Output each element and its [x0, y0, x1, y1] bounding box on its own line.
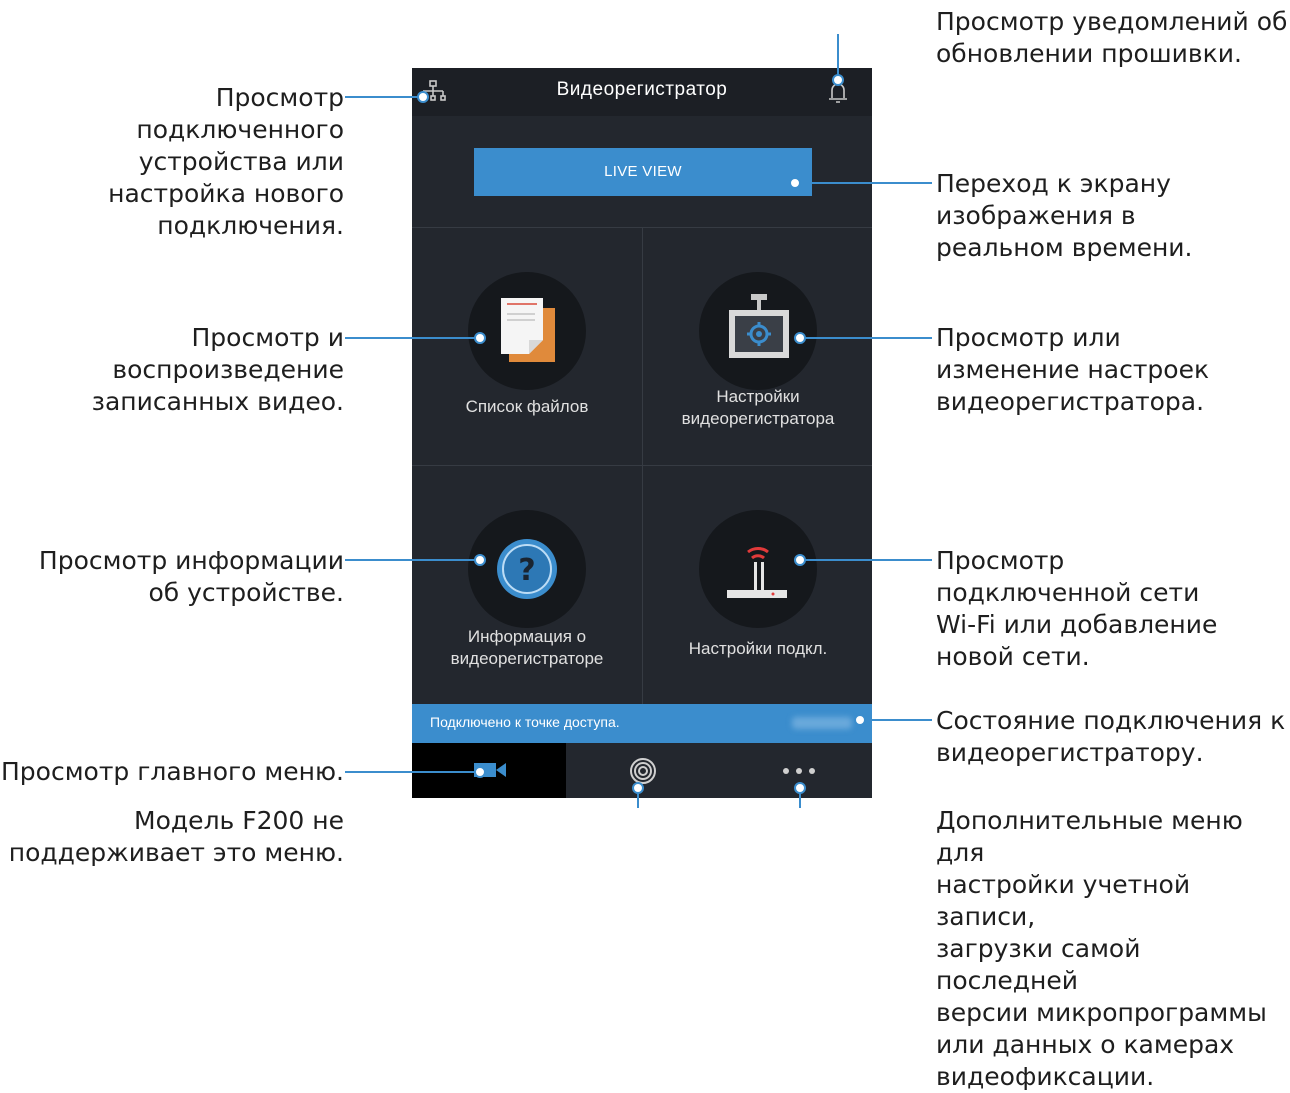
page-title: Видеорегистратор: [556, 79, 728, 100]
fingerprint-signal-icon: [630, 758, 656, 784]
annotation-more: Дополнительные меню для настройки учетно…: [936, 806, 1267, 1091]
annotation-f200: Модель F200 не поддерживает это меню.: [8, 806, 344, 867]
file-list-tile[interactable]: Список файлов: [412, 228, 642, 466]
phone-screen: Видеорегистратор LIVE VIEW Список файлов: [412, 68, 872, 798]
annotation-settings: Просмотр или изменение настроек видеорег…: [936, 323, 1210, 416]
live-view-area: LIVE VIEW: [412, 116, 872, 228]
horizontal-divider: [412, 465, 872, 466]
file-list-label: Список файлов: [465, 397, 589, 416]
file-list-icon: [501, 298, 555, 362]
dashcam-settings-tile[interactable]: Настройки видеорегистратора: [643, 228, 872, 466]
dashcam-settings-label: Настройки видеорегистратора: [681, 387, 835, 428]
svg-text:?: ?: [518, 553, 535, 588]
network-name-redacted: [792, 717, 852, 729]
dashcam-info-label: Информация о видеорегистраторе: [450, 627, 604, 668]
annotation-liveview: Переход к экрану изображения в реальном …: [936, 169, 1193, 262]
tab-main-menu[interactable]: [412, 743, 566, 798]
bell-icon[interactable]: [826, 78, 850, 106]
connection-settings-label: Настройки подкл.: [688, 639, 828, 658]
annotation-network: Просмотр подключенного устройства или на…: [108, 83, 344, 240]
dashcam-info-tile[interactable]: ? Информация о видеорегистраторе: [412, 466, 642, 704]
help-icon: ?: [497, 539, 557, 599]
more-icon: [783, 768, 815, 774]
annotation-main-menu: Просмотр главного меню.: [0, 757, 344, 786]
annotation-status: Состояние подключения к видеорегистратор…: [936, 706, 1286, 767]
tab-more[interactable]: [720, 743, 872, 798]
annotation-wifi: Просмотр подключенной сети Wi-Fi или доб…: [936, 546, 1218, 671]
video-camera-icon: [474, 763, 506, 777]
tab-f200-unsupported[interactable]: [566, 743, 720, 798]
vertical-divider: [642, 228, 643, 704]
connection-status-bar: Подключено к точке доступа.: [412, 704, 872, 743]
settings-icon-circle: [699, 272, 817, 390]
file-list-icon-circle: [468, 272, 586, 390]
bottom-nav: [412, 743, 872, 798]
annotation-info: Просмотр информации об устройстве.: [38, 546, 344, 607]
wifi-icon-circle: [699, 510, 817, 628]
dashcam-settings-icon: [729, 294, 789, 358]
wifi-router-icon: [727, 547, 787, 598]
connection-settings-tile[interactable]: Настройки подкл.: [643, 466, 872, 704]
status-text: Подключено к точке доступа.: [430, 714, 620, 730]
live-view-button[interactable]: LIVE VIEW: [474, 148, 812, 196]
info-icon-circle: ?: [468, 510, 586, 628]
annotation-firmware: Просмотр уведомлений об обновлении проши…: [936, 7, 1288, 68]
annotation-files: Просмотр и воспроизведение записанных ви…: [91, 323, 344, 416]
top-bar: Видеорегистратор: [412, 68, 872, 116]
